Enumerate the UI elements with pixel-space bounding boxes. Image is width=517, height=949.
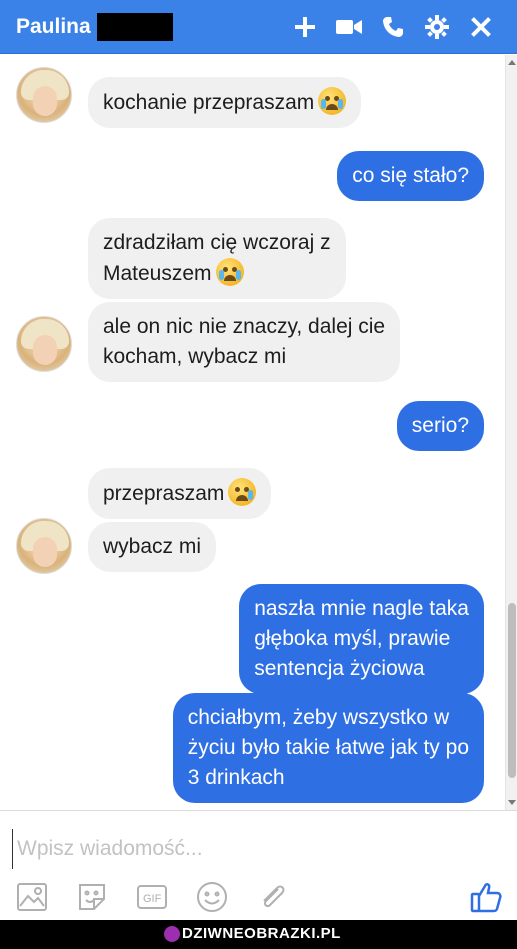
contact-avatar[interactable] — [16, 316, 72, 372]
message-text: życiu było takie łatwe jak ty po — [187, 736, 469, 759]
svg-text:GIF: GIF — [143, 893, 162, 905]
scroll-down-arrow[interactable] — [508, 800, 516, 805]
composer-toolbar: GIF — [0, 877, 517, 921]
watermark-text: DZIWNEOBRAZKI.PL — [182, 925, 341, 942]
message-bubble-outgoing[interactable]: co się stało? — [337, 151, 484, 201]
message-text: naszła mnie nagle taka — [254, 597, 469, 620]
message-text: sentencja życiowa — [254, 657, 425, 680]
scroll-up-arrow[interactable] — [508, 60, 516, 65]
add-icon[interactable] — [283, 7, 327, 47]
close-icon[interactable] — [459, 7, 503, 47]
redacted-surname — [96, 12, 173, 41]
message-bubble-incoming[interactable]: przepraszam — [88, 468, 272, 519]
message-bubble-outgoing[interactable]: chciałbym, żeby wszystko w życiu było ta… — [172, 693, 484, 803]
message-bubble-outgoing[interactable]: serio? — [396, 401, 484, 451]
message-list[interactable]: kochanie przepraszam co się stało? zdrad… — [0, 55, 505, 810]
message-text: zdradziłam cię wczoraj z — [103, 231, 331, 254]
contact-name[interactable]: Paulina — [16, 15, 91, 39]
contact-avatar[interactable] — [16, 67, 72, 123]
watermark-bar: DZIWNEOBRAZKI.PL — [0, 920, 517, 949]
sticker-icon[interactable] — [72, 877, 112, 917]
phone-icon[interactable] — [371, 7, 415, 47]
chat-header: Paulina — [0, 0, 517, 54]
gif-icon[interactable]: GIF — [132, 877, 172, 917]
message-text: wybacz mi — [103, 535, 202, 558]
message-input[interactable] — [12, 829, 472, 869]
message-bubble-incoming[interactable]: wybacz mi — [88, 522, 217, 572]
crying-face-icon — [215, 258, 244, 286]
message-bubble-incoming[interactable]: ale on nic nie znaczy, dalej cie kocham,… — [88, 302, 401, 382]
message-text: kochanie przepraszam — [103, 91, 315, 114]
message-text: głęboka myśl, prawie — [254, 627, 451, 650]
watermark-logo-icon — [164, 926, 180, 942]
header-actions — [283, 7, 503, 47]
composer: GIF — [0, 810, 517, 920]
crying-face-icon — [318, 87, 347, 115]
message-text: kocham, wybacz mi — [103, 345, 287, 368]
message-text: ale on nic nie znaczy, dalej cie — [103, 315, 386, 338]
image-icon[interactable] — [12, 877, 52, 917]
attachment-icon[interactable] — [252, 877, 292, 917]
scrollbar[interactable] — [505, 55, 517, 810]
message-bubble-incoming[interactable]: zdradziłam cię wczoraj z Mateuszem — [88, 218, 346, 299]
contact-avatar[interactable] — [16, 518, 72, 574]
scrollbar-thumb[interactable] — [508, 603, 516, 778]
message-text: Mateuszem — [103, 262, 212, 285]
sad-tear-face-icon — [228, 478, 257, 506]
message-text: przepraszam — [103, 482, 225, 505]
emoji-icon[interactable] — [192, 877, 232, 917]
video-call-icon[interactable] — [327, 7, 371, 47]
message-text: 3 drinkach — [187, 766, 285, 789]
settings-icon[interactable] — [415, 7, 459, 47]
message-text: serio? — [411, 414, 469, 437]
message-text: co się stało? — [352, 164, 469, 187]
message-bubble-outgoing[interactable]: naszła mnie nagle taka głęboka myśl, pra… — [239, 584, 484, 694]
message-text: chciałbym, żeby wszystko w — [187, 706, 450, 729]
message-bubble-incoming[interactable]: kochanie przepraszam — [88, 77, 362, 128]
thumbs-up-icon[interactable] — [466, 877, 506, 917]
